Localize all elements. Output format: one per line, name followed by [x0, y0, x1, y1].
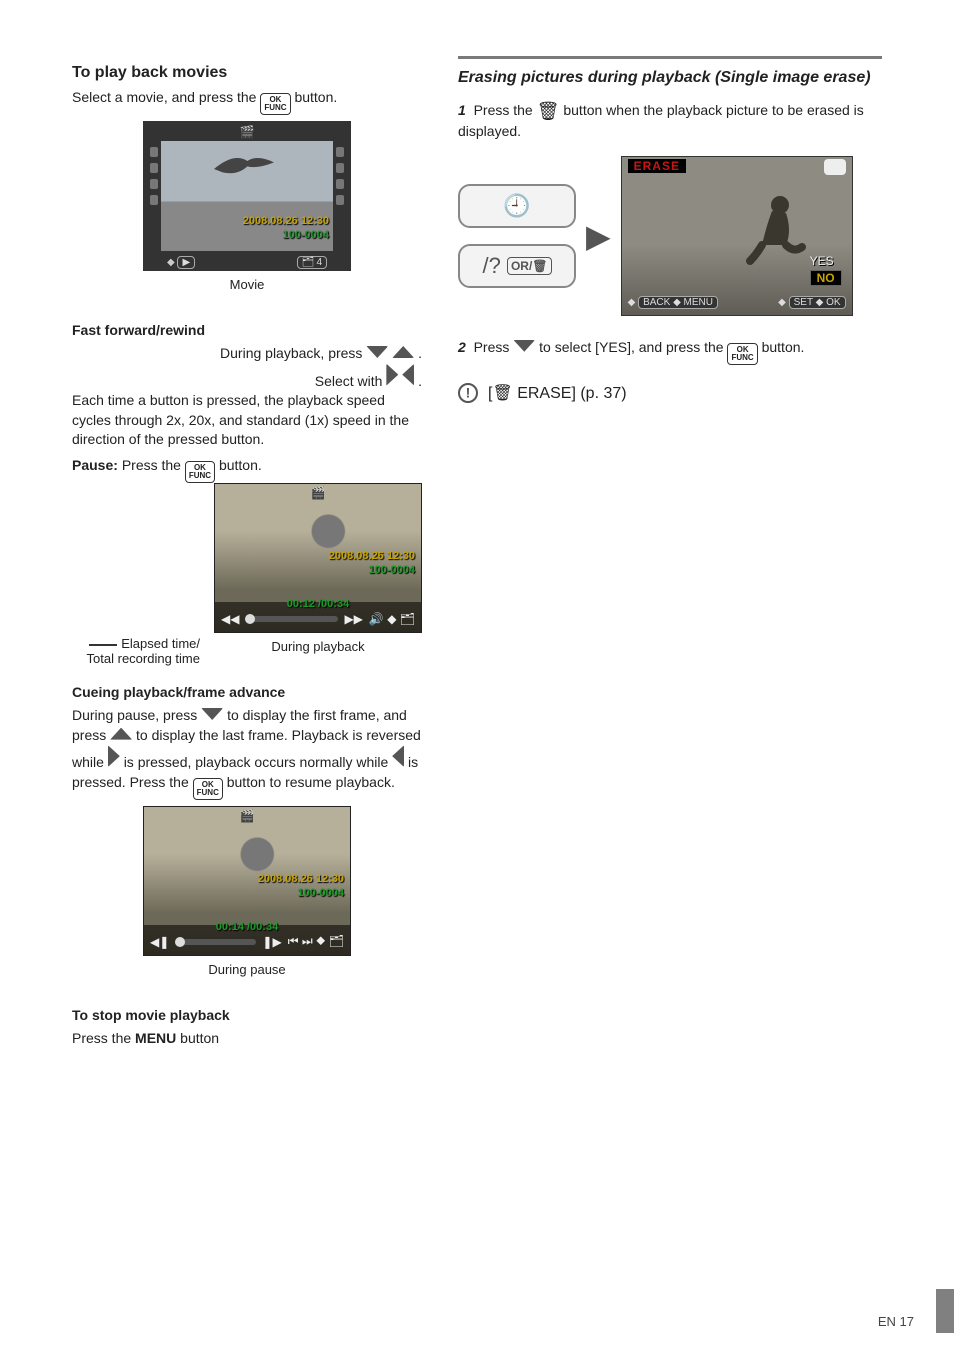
up-arrow-icon — [392, 346, 414, 358]
runner-illustration — [144, 807, 350, 925]
trash-icon: 🗑 — [537, 101, 560, 121]
pause-progressbar: ◀❚ ❚▶ ⏮ ⏭ ◆ 🗂 — [150, 935, 344, 949]
voice-memo-icon — [824, 159, 846, 175]
subsection-cueing: Cueing playback/frame advance — [72, 684, 422, 700]
bird-illustration — [209, 149, 279, 189]
pause-filenum: 100-0004 — [298, 887, 345, 899]
ok-func-button-icon: OKFUNC — [727, 343, 757, 365]
down-arrow-icon — [513, 340, 535, 352]
movie-filenum-overlay: 100-0004 — [283, 229, 330, 241]
pause-time: 00:14 /00:34 — [216, 921, 278, 933]
down-arrow-icon — [366, 346, 388, 358]
erase-options: YES NO — [810, 253, 842, 287]
erase-screen-title: ERASE — [628, 159, 686, 173]
movie-mode-icon: 🎬 — [311, 486, 326, 500]
side-tab — [936, 1289, 954, 1333]
section-title-erase: Erasing pictures during playback (Single… — [458, 69, 882, 87]
up-arrow-icon — [110, 728, 132, 740]
runner-illustration — [215, 484, 421, 602]
movie-date-overlay: 2008.08.26 12:30 — [243, 215, 329, 227]
erase-screenshot: ERASE YES NO ◆ BACK ◆ MENU ◆ SET ◆ OK — [621, 156, 853, 316]
ffrw-line2: Select with . — [72, 364, 422, 392]
right-arrow-icon — [108, 745, 120, 767]
intro-post: button. — [294, 89, 337, 105]
frame-back-icon: ◀❚ — [150, 935, 169, 949]
page: To play back movies Select a movie, and … — [0, 0, 954, 1357]
timer-button[interactable]: 🕘 — [458, 184, 576, 228]
erase-note: [🗑 ERASE] (p. 37) — [458, 383, 882, 403]
page-number: EN 17 — [878, 1314, 914, 1329]
ok-func-button-icon: OKFUNC — [193, 778, 223, 800]
pause-date: 2008.08.26 12:30 — [258, 873, 344, 885]
ffrw-line1: During playback, press . — [72, 344, 422, 364]
playback-caption: During playback — [214, 639, 422, 654]
pause-line: Pause: Press the OKFUNC button. — [72, 456, 422, 483]
sound-icon: 🔊 ◆ 🗂 — [369, 612, 415, 626]
intro-pre: Select a movie, and press the — [72, 89, 260, 105]
erase-set-hint: SET ◆ OK — [789, 296, 846, 309]
rewind-icon: ◀◀ — [221, 612, 239, 626]
sitting-person-illustration — [736, 187, 816, 267]
elapsed-label-1: Elapsed time/ — [72, 636, 206, 651]
movie-mode-icon: 🎬 — [240, 125, 255, 139]
ffrw-para: Each time a button is pressed, the playb… — [72, 391, 422, 450]
playback-filenum: 100-0004 — [369, 564, 416, 576]
ok-func-button-icon: OKFUNC — [260, 93, 290, 115]
section-title-play-movies: To play back movies — [72, 64, 422, 82]
help-icon-label: /? — [482, 253, 500, 279]
intro-line: Select a movie, and press the OKFUNC but… — [72, 88, 422, 115]
skip-icons: ⏮ ⏭ ◆ 🗂 — [288, 934, 344, 949]
pause-label: Pause: — [72, 457, 118, 473]
ok-func-button-icon: OKFUNC — [185, 461, 215, 483]
playback-screenshot: 🎬 2008.08.26 12:30 100-0004 00:12 /00:34… — [214, 483, 422, 633]
playback-date: 2008.08.26 12:30 — [329, 550, 415, 562]
subsection-ff-rw: Fast forward/rewind — [72, 322, 422, 338]
or-trash-label: OR/🗑 — [507, 257, 552, 275]
playback-progressbar: ◀◀ ▶▶ 🔊 ◆ 🗂 — [221, 612, 415, 626]
pause-screenshot: 🎬 2008.08.26 12:30 100-0004 00:14 /00:34… — [143, 806, 351, 956]
section-divider — [458, 56, 882, 59]
movie-mode-icon: 🎬 — [240, 809, 255, 823]
movie-bottom-bar: ◆ ▶ 🗂 4 — [147, 255, 347, 269]
pause-caption: During pause — [208, 962, 285, 977]
note-icon — [458, 383, 478, 403]
film-strip-left — [147, 141, 161, 251]
subsection-stop: To stop movie playback — [72, 1007, 422, 1023]
camera-button-stack: 🕘 /? OR/🗑 — [458, 184, 576, 288]
timer-icon: 🕘 — [503, 193, 530, 219]
left-column: To play back movies Select a movie, and … — [72, 56, 422, 1048]
erase-option-no[interactable]: NO — [810, 270, 842, 286]
left-arrow-icon — [392, 745, 404, 767]
fastfwd-icon: ▶▶ — [344, 612, 362, 626]
film-strip-right — [333, 141, 347, 251]
playback-time: 00:12 /00:34 — [287, 598, 349, 610]
cueing-para: During pause, press to display the first… — [72, 706, 422, 800]
erase-step2: 2 Press to select [YES], and press the O… — [458, 338, 882, 365]
right-arrow-icon — [386, 364, 398, 386]
elapsed-label-2: Total recording time — [72, 651, 206, 666]
erase-step1: 1 Press the 🗑 button when the playback p… — [458, 97, 882, 142]
menu-button-label: MENU — [135, 1030, 176, 1046]
left-arrow-icon — [402, 364, 414, 386]
stop-line: Press the MENU button — [72, 1029, 422, 1049]
right-column: Erasing pictures during playback (Single… — [458, 56, 882, 1048]
erase-button[interactable]: /? OR/🗑 — [458, 244, 576, 288]
frame-fwd-icon: ❚▶ — [262, 935, 281, 949]
down-arrow-icon — [201, 708, 223, 720]
erase-option-yes[interactable]: YES — [810, 253, 842, 269]
movie-caption: Movie — [230, 277, 265, 292]
arrow-right-icon: ▶ — [586, 217, 611, 255]
movie-index-screenshot: 🎬 2008.08.26 12:30 100-0004 — [143, 121, 351, 271]
erase-note-text: [🗑 ERASE] (p. 37) — [488, 383, 627, 403]
erase-back-hint: BACK ◆ MENU — [638, 296, 718, 309]
